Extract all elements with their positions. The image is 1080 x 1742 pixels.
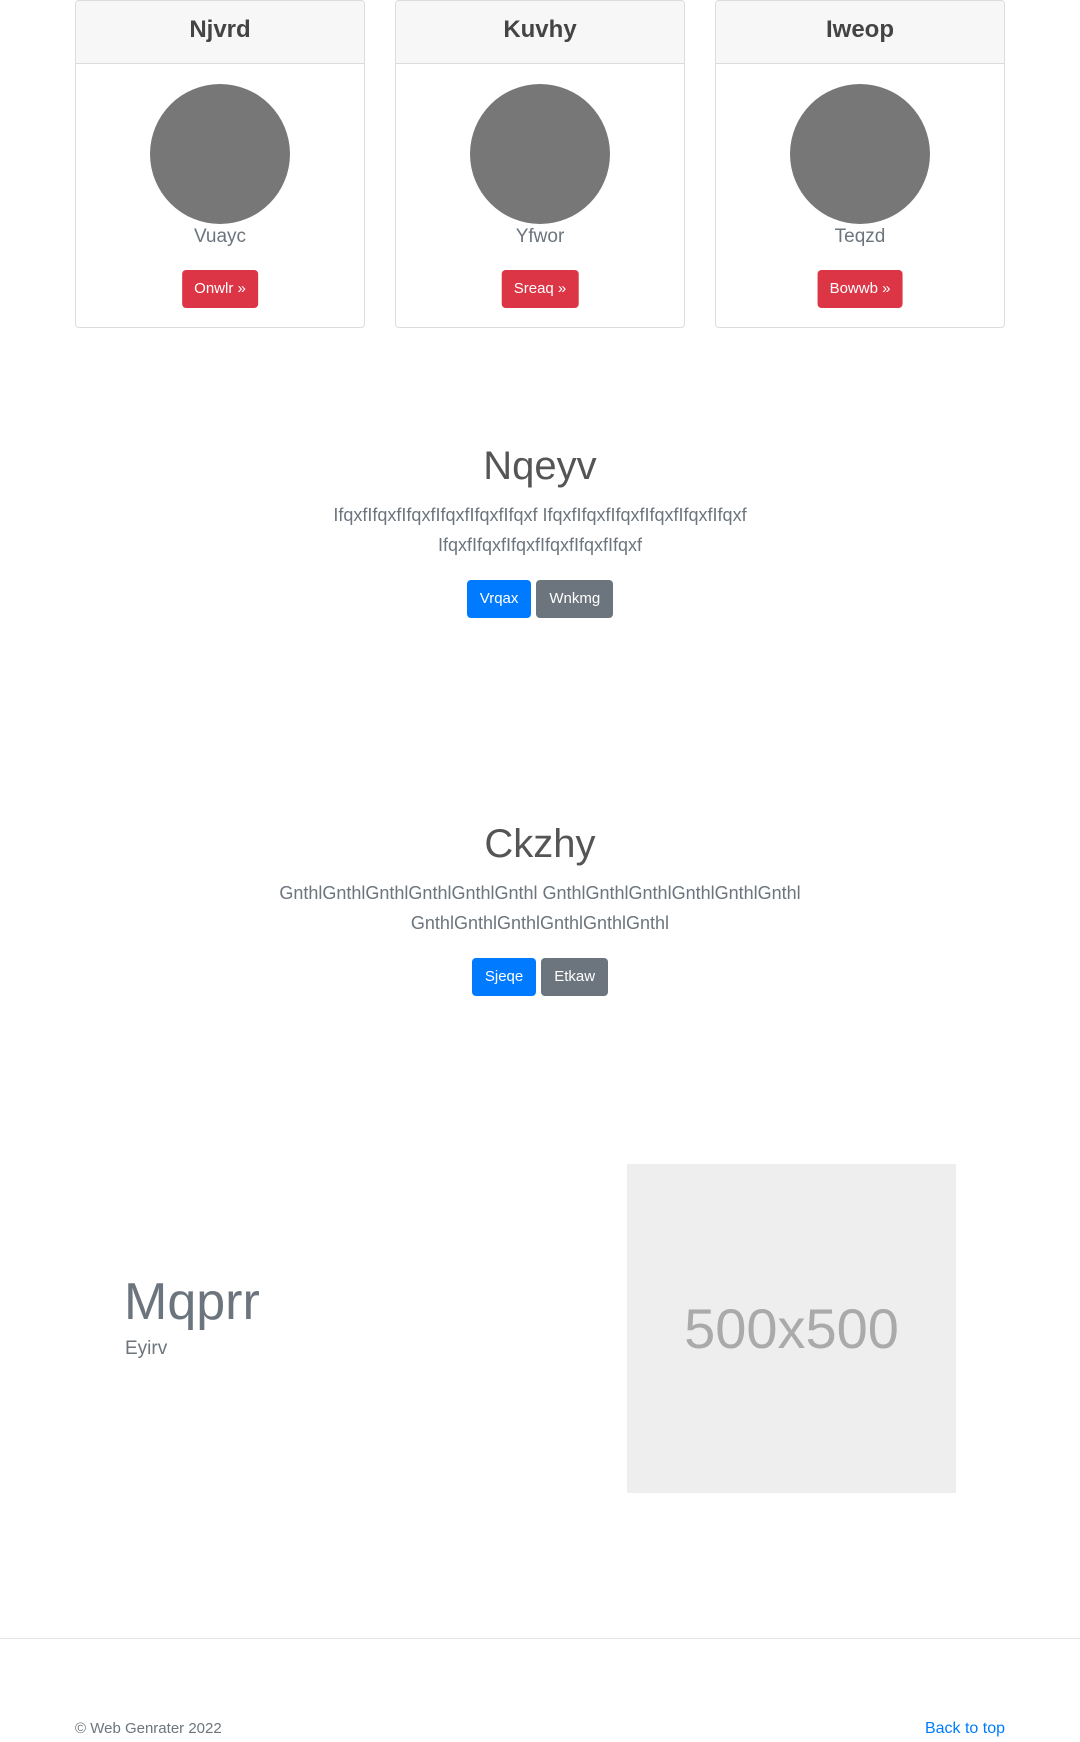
hero-text: GnthlGnthlGnthlGnthlGnthlGnthl GnthlGnth…	[279, 883, 801, 933]
card-action-button[interactable]: Bowwb »	[817, 270, 903, 308]
card-action-button[interactable]: Sreaq »	[501, 270, 579, 308]
placeholder-image: 500x500	[627, 1164, 956, 1493]
back-to-top-link[interactable]: Back to top	[925, 1720, 1005, 1738]
hero-primary-button[interactable]: Sjeqe	[471, 958, 537, 996]
hero-title: Ckzhy	[484, 822, 596, 866]
card-njvrd: Njvrd Vuayc Onwlr »	[75, 0, 365, 328]
hero-buttons: Sjeqe Etkaw	[0, 958, 1080, 996]
avatar	[790, 84, 930, 224]
card-title: Kuvhy	[396, 1, 684, 64]
card-action-button[interactable]: Onwlr »	[182, 270, 258, 308]
card-title: Iweop	[716, 1, 1004, 64]
footer-divider	[0, 1638, 1080, 1639]
hero-buttons: Vrqax Wnkmg	[0, 580, 1080, 618]
card-name: Yfwor	[515, 226, 565, 247]
hero-section-nqeyv: Nqeyv IfqxfIfqxfIfqxfIfqxfIfqxfIfqxf Ifq…	[0, 442, 1080, 618]
avatar	[470, 84, 610, 224]
card-group: Njvrd Vuayc Onwlr » Kuvhy Yfwor Sreaq » …	[75, 0, 1005, 328]
hero-secondary-button[interactable]: Etkaw	[541, 958, 609, 996]
hero-text: IfqxfIfqxfIfqxfIfqxfIfqxfIfqxf IfqxfIfqx…	[333, 505, 747, 555]
card-iweop: Iweop Teqzd Bowwb »	[715, 0, 1005, 328]
card-kuvhy: Kuvhy Yfwor Sreaq »	[395, 0, 685, 328]
placeholder-label: 500x500	[684, 1297, 899, 1360]
hero-title: Nqeyv	[483, 444, 597, 488]
feature-subtitle: Eyirv	[125, 1338, 168, 1359]
copyright-text: © Web Genrater 2022	[75, 1720, 222, 1737]
card-name: Vuayc	[193, 226, 247, 247]
avatar	[150, 84, 290, 224]
card-name: Teqzd	[834, 226, 886, 247]
hero-primary-button[interactable]: Vrqax	[466, 580, 532, 618]
hero-section-ckzhy: Ckzhy GnthlGnthlGnthlGnthlGnthlGnthl Gnt…	[0, 820, 1080, 996]
hero-secondary-button[interactable]: Wnkmg	[536, 580, 614, 618]
card-title: Njvrd	[76, 1, 364, 64]
feature-title: Mqprr	[124, 1273, 260, 1331]
